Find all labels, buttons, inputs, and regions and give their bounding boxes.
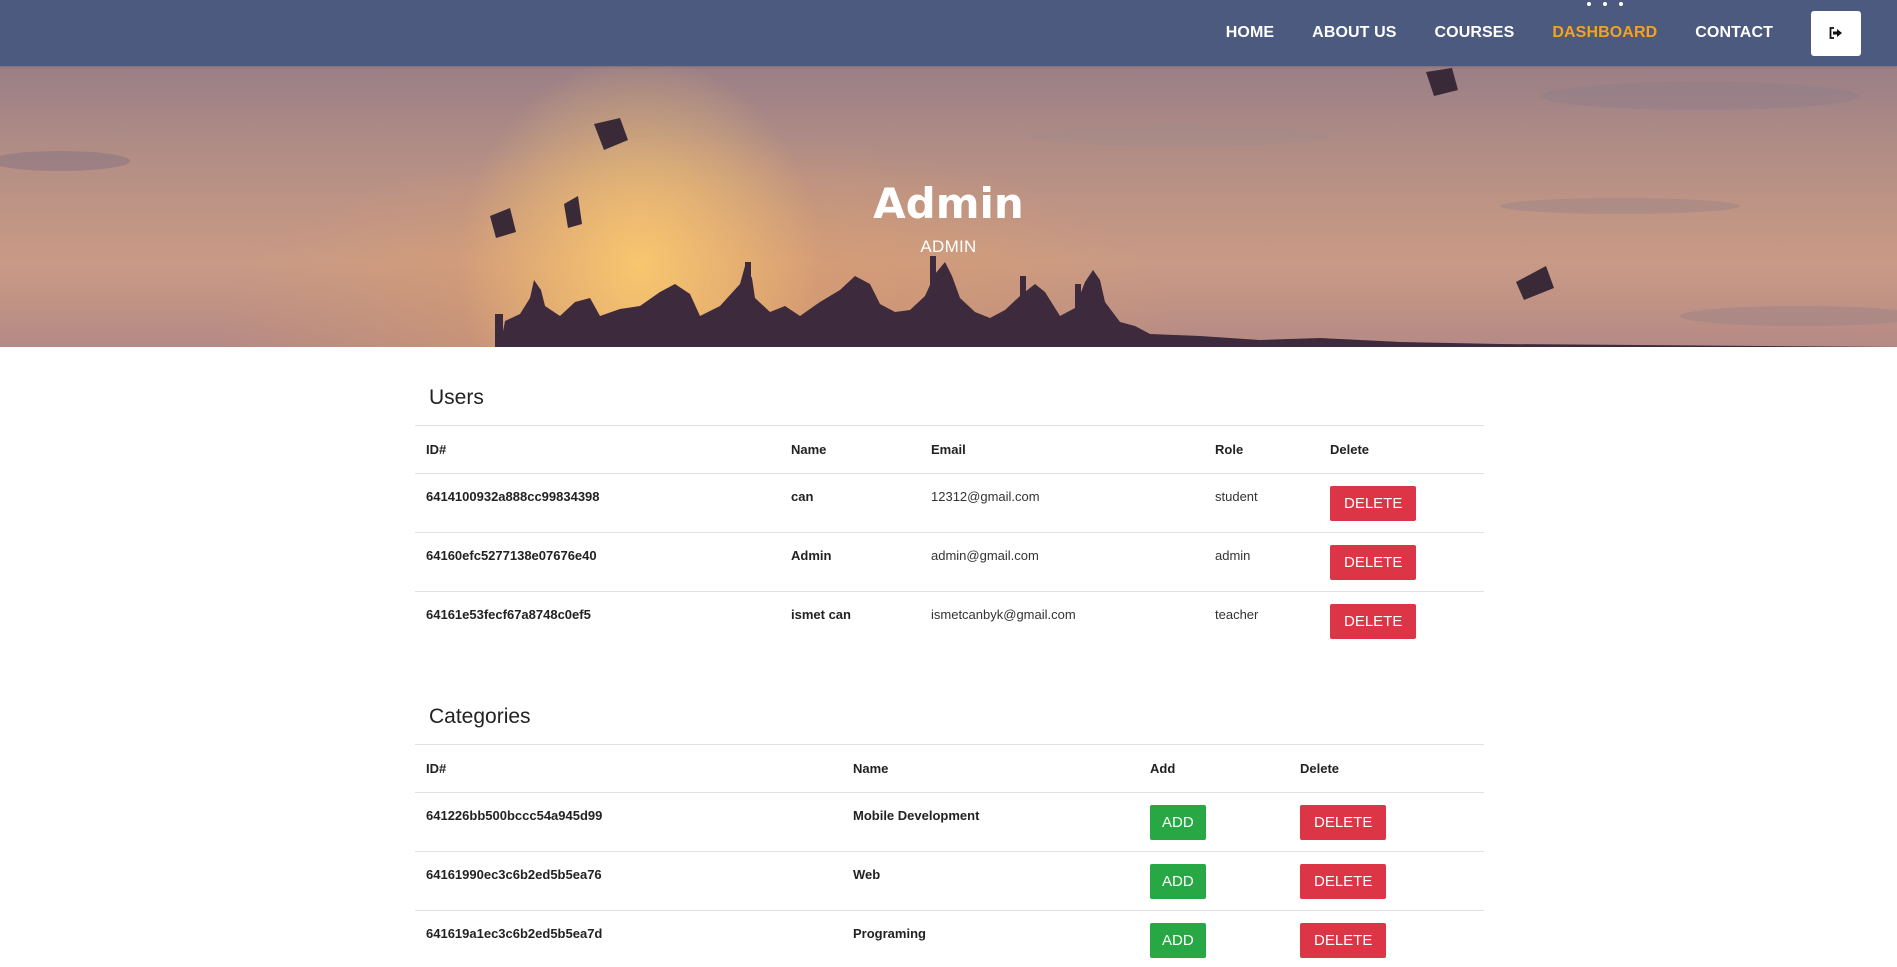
- category-id: 64161990ec3c6b2ed5b5ea76: [415, 851, 842, 911]
- delete-user-button[interactable]: DELETE: [1330, 544, 1417, 580]
- users-table: ID# Name Email Role Delete 6414100932a88…: [415, 426, 1484, 650]
- table-row: 64160efc5277138e07676e40 Admin admin@gma…: [415, 532, 1484, 592]
- delete-user-button[interactable]: DELETE: [1330, 603, 1417, 639]
- column-header: Name: [780, 426, 920, 474]
- delete-cell: DELETE: [1289, 851, 1484, 911]
- add-category-button[interactable]: ADD: [1150, 922, 1206, 958]
- category-id: 641226bb500bccc54a945d99: [415, 792, 842, 852]
- categories-title: Categories: [415, 698, 1484, 745]
- table-row: 64161990ec3c6b2ed5b5ea76 Web ADD DELETE: [415, 851, 1484, 911]
- add-category-button[interactable]: ADD: [1150, 863, 1206, 899]
- add-cell: ADD: [1139, 792, 1289, 852]
- user-role: admin: [1204, 532, 1319, 592]
- logout-button[interactable]: [1811, 10, 1861, 56]
- user-email: admin@gmail.com: [920, 532, 1204, 592]
- delete-user-button[interactable]: DELETE: [1330, 485, 1417, 521]
- user-role: student: [1204, 473, 1319, 533]
- delete-category-button[interactable]: DELETE: [1300, 863, 1387, 899]
- nav-dashboard-label: DASHBOARD: [1552, 24, 1658, 41]
- column-header: Role: [1204, 426, 1319, 474]
- delete-cell: DELETE: [1319, 473, 1484, 533]
- delete-cell: DELETE: [1289, 792, 1484, 852]
- delete-category-button[interactable]: DELETE: [1300, 922, 1387, 958]
- user-email: ismetcanbyk@gmail.com: [931, 606, 1076, 622]
- category-name: Web: [842, 851, 1139, 911]
- category-id: 641619a1ec3c6b2ed5b5ea7d: [426, 925, 603, 941]
- user-name: can: [780, 473, 920, 533]
- categories-section: Categories ID# Name Add Delete 641226bb5…: [415, 698, 1484, 967]
- user-id: 6414100932a888cc99834398: [415, 473, 780, 533]
- user-role: teacher: [1215, 606, 1259, 622]
- nav-about-link[interactable]: ABOUT US: [1312, 24, 1396, 42]
- table-row: 64161e53fecf67a8748c0ef5 ismet can ismet…: [415, 591, 1484, 650]
- add-cell: ADD: [1139, 910, 1289, 967]
- column-header: Delete: [1319, 426, 1484, 474]
- table-row: 6414100932a888cc99834398 can 12312@gmail…: [415, 473, 1484, 533]
- nav-home-link[interactable]: HOME: [1226, 24, 1274, 42]
- category-name: Programing: [853, 925, 926, 941]
- add-cell: ADD: [1139, 851, 1289, 911]
- add-category-button[interactable]: ADD: [1150, 804, 1206, 840]
- column-header: Delete: [1289, 745, 1484, 793]
- categories-table: ID# Name Add Delete 641226bb500bccc54a94…: [415, 745, 1484, 967]
- column-header: Email: [920, 426, 1204, 474]
- sign-out-icon: [1829, 27, 1842, 39]
- user-email: 12312@gmail.com: [920, 473, 1204, 533]
- table-row: 641226bb500bccc54a945d99 Mobile Developm…: [415, 792, 1484, 852]
- user-id: 64160efc5277138e07676e40: [415, 532, 780, 592]
- column-header: ID#: [415, 745, 842, 793]
- page-subtitle: ADMIN: [920, 237, 977, 256]
- delete-cell: DELETE: [1319, 532, 1484, 592]
- nav-dashboard-link[interactable]: DASHBOARD: [1552, 2, 1658, 42]
- delete-category-button[interactable]: DELETE: [1300, 804, 1387, 840]
- category-name: Mobile Development: [842, 792, 1139, 852]
- column-header: Add: [1139, 745, 1289, 793]
- nav-contact-link[interactable]: CONTACT: [1695, 24, 1773, 42]
- users-title: Users: [415, 379, 1484, 426]
- hero-banner: Admin ADMIN: [0, 66, 1897, 347]
- nav-links: HOME ABOUT US COURSES DASHBOARD CONTACT: [1226, 0, 1897, 66]
- nav-courses-link[interactable]: COURSES: [1435, 24, 1515, 42]
- users-section: Users ID# Name Email Role Delete 6414100…: [415, 379, 1484, 650]
- users-header-row: ID# Name Email Role Delete: [415, 426, 1484, 474]
- user-id: 64161e53fecf67a8748c0ef5: [426, 606, 591, 622]
- delete-cell: DELETE: [1289, 910, 1484, 967]
- categories-header-row: ID# Name Add Delete: [415, 745, 1484, 793]
- column-header: ID#: [415, 426, 780, 474]
- column-header: Name: [842, 745, 1139, 793]
- page-title: Admin: [873, 179, 1024, 228]
- delete-cell: DELETE: [1319, 591, 1484, 650]
- user-name: ismet can: [791, 606, 851, 622]
- user-name: Admin: [780, 532, 920, 592]
- table-row: 641619a1ec3c6b2ed5b5ea7d Programing ADD …: [415, 910, 1484, 967]
- active-indicator-dots: [1586, 2, 1623, 6]
- navbar: HOME ABOUT US COURSES DASHBOARD CONTACT: [0, 0, 1897, 66]
